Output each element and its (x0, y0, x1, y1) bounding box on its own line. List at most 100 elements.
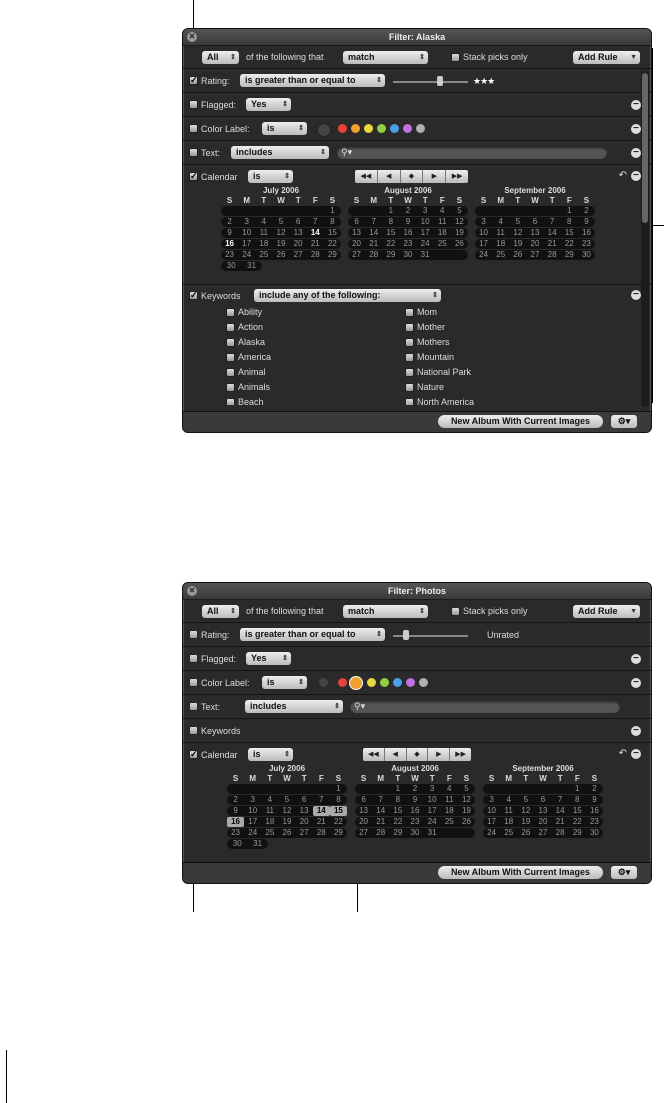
new-album-button[interactable]: New Album With Current Images (438, 415, 603, 428)
keyword-checkbox[interactable] (405, 353, 414, 363)
keywords-checkbox[interactable]: ✓ (189, 291, 198, 300)
calendar-august[interactable]: August 2006 SMTWTFS 12345 6 7 8 9 10 11 12 13 1… (348, 186, 468, 261)
keyword-item[interactable]: Mom (405, 306, 474, 321)
week-row[interactable]: 30 31 (227, 839, 268, 849)
keyword-checkbox[interactable] (405, 308, 414, 318)
week-row[interactable]: 10 11 12 13 14 15 16 (475, 228, 595, 238)
calendar-august[interactable]: August 2006 SMTWTFS 12345 6 7 8 9 10 11 12 13 1… (355, 764, 475, 839)
vertical-scrollbar[interactable] (641, 71, 649, 407)
week-row[interactable]: 23 24 25 26 27 28 29 (227, 828, 347, 838)
color-green-swatch[interactable] (380, 678, 389, 687)
keyword-item[interactable]: Mothers (405, 336, 474, 351)
calendar-checkbox[interactable]: ✓ (189, 750, 198, 759)
calendar-operator-popup[interactable]: is ⇕ (248, 170, 293, 183)
keyword-item[interactable]: Animal (226, 366, 271, 381)
keyword-item[interactable]: Alaska (226, 336, 271, 351)
keyword-checkbox[interactable] (405, 323, 414, 333)
flagged-checkbox[interactable] (189, 100, 198, 109)
color-label-checkbox[interactable] (189, 678, 198, 687)
fastforward-icon[interactable]: ▶▶ (450, 748, 471, 761)
keyword-checkbox[interactable] (226, 368, 235, 378)
remove-rule-button[interactable]: − (631, 749, 641, 759)
color-gray-swatch[interactable] (416, 124, 425, 133)
remove-rule-button[interactable]: − (631, 148, 641, 158)
color-red-swatch[interactable] (338, 678, 347, 687)
keyword-item[interactable]: America (226, 351, 271, 366)
remove-rule-button[interactable]: − (631, 171, 641, 181)
week-row[interactable]: 9 10 11 12 13 14 15 (221, 228, 341, 238)
prev-icon[interactable]: ◀ (378, 170, 401, 183)
keywords-operator-popup[interactable]: include any of the following: ⇕ (254, 289, 441, 302)
calendar-september[interactable]: September 2006 SMTWTFS 12 3456789 10 11 12… (475, 186, 595, 261)
week-row[interactable]: 20 21 22 23 24 25 26 (355, 817, 475, 827)
remove-rule-button[interactable]: − (631, 100, 641, 110)
week-row[interactable]: 17 18 19 20 21 22 23 (483, 817, 603, 827)
week-row[interactable]: 20 21 22 23 24 25 26 (348, 239, 468, 249)
color-purple-swatch[interactable] (403, 124, 412, 133)
undo-icon[interactable]: ↶ (619, 748, 627, 759)
text-search-field[interactable]: ⚲▾ (337, 147, 607, 159)
remove-rule-button[interactable]: − (631, 124, 641, 134)
color-blue-swatch[interactable] (393, 678, 402, 687)
rewind-icon[interactable]: ◀◀ (363, 748, 385, 761)
color-blue-swatch[interactable] (390, 124, 399, 133)
week-row[interactable]: 13 14 15 16 17 18 19 (355, 806, 475, 816)
add-rule-button[interactable]: Add Rule ▼ (573, 51, 640, 64)
week-row[interactable]: 12345 (348, 206, 468, 216)
keywords-checkbox[interactable] (189, 726, 198, 735)
fastforward-icon[interactable]: ▶▶ (446, 170, 468, 183)
text-checkbox[interactable] (189, 702, 198, 711)
keyword-item[interactable]: Action (226, 321, 271, 336)
flagged-checkbox[interactable] (189, 654, 198, 663)
color-purple-swatch[interactable] (406, 678, 415, 687)
rating-operator-popup[interactable]: is greater than or equal to ⇕ (240, 74, 385, 87)
gear-menu-button[interactable]: ⚙▾ (611, 415, 637, 428)
keyword-checkbox[interactable] (226, 338, 235, 348)
week-row[interactable]: 27 28 29 30 31 (348, 250, 468, 260)
week-row[interactable]: 2345678 (227, 795, 347, 805)
scrollbar-thumb[interactable] (642, 73, 648, 223)
week-row[interactable]: 13 14 15 16 17 18 19 (348, 228, 468, 238)
close-icon[interactable]: ✕ (187, 586, 197, 596)
keyword-item[interactable]: Nature (405, 381, 474, 396)
rating-checkbox[interactable]: ✓ (189, 76, 198, 85)
color-label-checkbox[interactable] (189, 124, 198, 133)
rating-slider-knob[interactable] (437, 76, 443, 86)
week-row[interactable]: 3456789 (475, 217, 595, 227)
color-gray-swatch[interactable] (419, 678, 428, 687)
keyword-checkbox[interactable] (405, 398, 414, 405)
color-orange-swatch[interactable] (351, 124, 360, 133)
gear-menu-button[interactable]: ⚙▾ (611, 866, 637, 879)
week-row[interactable]: 24 25 26 27 28 29 30 (483, 828, 603, 838)
rewind-icon[interactable]: ◀◀ (355, 170, 378, 183)
week-row[interactable]: 6 7 8 9 10 11 12 (348, 217, 468, 227)
today-icon[interactable]: ◆ (401, 170, 424, 183)
rating-operator-popup[interactable]: is greater than or equal to ⇕ (240, 628, 385, 641)
next-icon[interactable]: ▶ (428, 748, 451, 761)
remove-rule-button[interactable]: − (631, 726, 641, 736)
text-operator-popup[interactable]: includes ⇕ (231, 146, 329, 159)
keyword-item[interactable]: Mountain (405, 351, 474, 366)
calendar-september[interactable]: September 2006 SMTWTFS 12 3456789 10 11 12… (483, 764, 603, 839)
text-operator-popup[interactable]: includes ⇕ (245, 700, 343, 713)
calendar-july[interactable]: July 2006 SMTWTFS 1 2345678 9 10 11 12 13 14 1… (227, 764, 347, 850)
week-row[interactable]: 2345678 (221, 217, 341, 227)
text-checkbox[interactable] (189, 148, 198, 157)
week-row[interactable]: 1 (227, 784, 347, 794)
today-icon[interactable]: ◆ (407, 748, 429, 761)
match-popup[interactable]: match ⇕ (343, 51, 428, 64)
rating-checkbox[interactable] (189, 630, 198, 639)
keyword-checkbox[interactable] (405, 338, 414, 348)
color-orange-swatch[interactable] (350, 677, 362, 689)
week-row[interactable]: 1 (221, 206, 341, 216)
keyword-item[interactable]: North America (405, 396, 474, 405)
week-row[interactable]: 24 25 26 27 28 29 30 (475, 250, 595, 260)
remove-rule-button[interactable]: − (631, 654, 641, 664)
week-row[interactable]: 27 28 29 30 31 (355, 828, 475, 838)
week-row[interactable]: 16 17 18 19 20 21 22 (227, 817, 347, 827)
week-row[interactable]: 12 (475, 206, 595, 216)
keyword-checkbox[interactable] (226, 398, 235, 405)
keyword-item[interactable]: Ability (226, 306, 271, 321)
undo-icon[interactable]: ↶ (619, 170, 627, 181)
week-row[interactable]: 12345 (355, 784, 475, 794)
